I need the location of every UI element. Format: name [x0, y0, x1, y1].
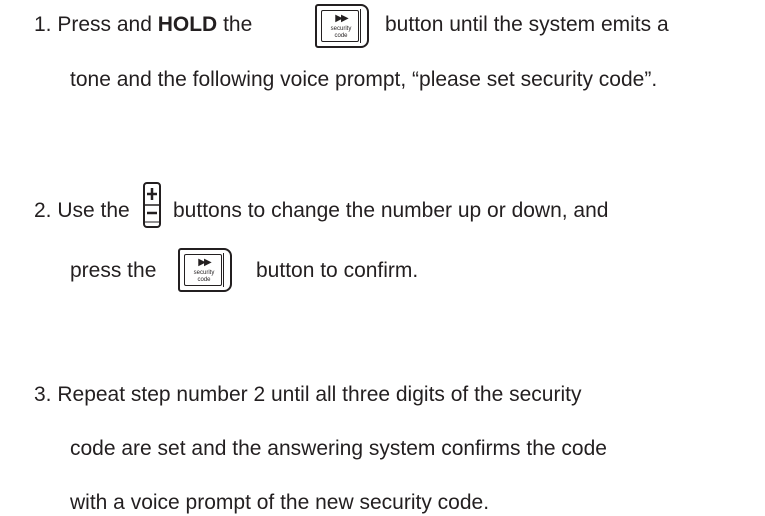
step1-line1-start: 1. Press and HOLD the — [34, 12, 252, 38]
step2-line2-end: button to confirm. — [256, 259, 419, 282]
code-icon-caption: code — [334, 33, 348, 39]
security-code-button-icon: ▶▶ security code — [315, 4, 369, 48]
step3-line3: with a voice prompt of the new security … — [70, 491, 490, 514]
fast-forward-icon: ▶▶ — [335, 13, 348, 24]
step2-line2-start: press the — [70, 259, 157, 282]
step2-line1-end: buttons to change the number up or down,… — [173, 199, 609, 222]
step3-line2: code are set and the answering system co… — [70, 437, 607, 460]
plus-minus-svg — [143, 182, 161, 228]
step1-text-b: the — [217, 13, 253, 36]
step3-line1: 3. Repeat step number 2 until all three … — [34, 383, 582, 406]
code-icon-caption: code — [197, 277, 211, 283]
plus-minus-button-icon — [143, 182, 161, 228]
step1-line2: tone and the following voice prompt, “pl… — [70, 68, 658, 91]
security-code-button-icon: ▶▶ security code — [178, 248, 232, 292]
step1-line1-end: button until the system emits a — [385, 13, 669, 36]
security-icon-caption: security — [330, 26, 352, 32]
step2-line1-start: 2. Use the — [34, 199, 130, 222]
security-icon-caption: security — [193, 270, 215, 276]
step1-text-a: 1. Press and — [34, 13, 158, 36]
step1-bold-hold: HOLD — [157, 13, 218, 36]
fast-forward-icon: ▶▶ — [198, 257, 211, 268]
